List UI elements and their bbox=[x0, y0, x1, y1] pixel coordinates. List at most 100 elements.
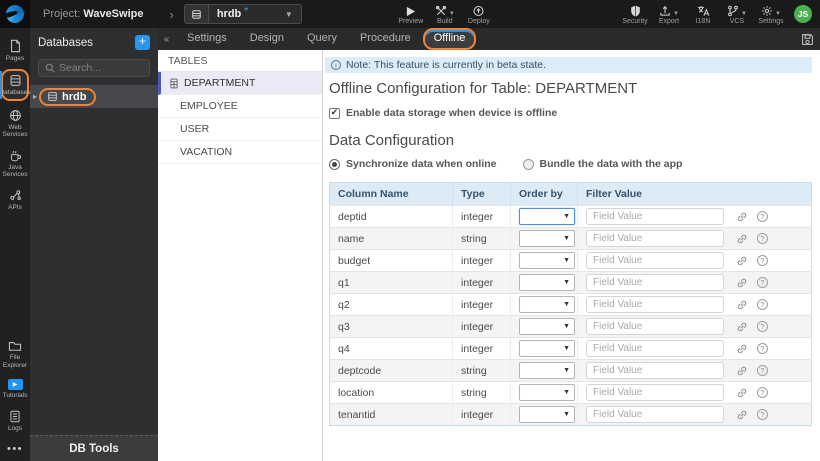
cloud-upload-icon bbox=[472, 4, 485, 17]
filter-value-input[interactable] bbox=[586, 252, 724, 269]
order-by-select[interactable]: ▼ bbox=[519, 274, 575, 291]
filter-value-input[interactable] bbox=[586, 208, 724, 225]
tab-query[interactable]: Query bbox=[296, 28, 348, 50]
settings-button[interactable]: ▼ Settings bbox=[754, 4, 788, 25]
filter-value-input[interactable] bbox=[586, 230, 724, 247]
bind-variable-icon[interactable] bbox=[736, 321, 748, 333]
tab-procedure[interactable]: Procedure bbox=[349, 28, 422, 50]
sidebar-item-logs[interactable]: Logs bbox=[1, 407, 29, 434]
collapse-panel-button[interactable]: « bbox=[158, 28, 175, 50]
help-icon[interactable]: ? bbox=[756, 233, 768, 244]
enable-offline-checkbox[interactable]: ✔ bbox=[329, 107, 340, 119]
chevron-down-icon: ▼ bbox=[563, 367, 570, 374]
database-search[interactable] bbox=[38, 59, 150, 77]
help-icon[interactable]: ? bbox=[756, 409, 768, 420]
bind-variable-icon[interactable] bbox=[736, 277, 748, 289]
table-item-user[interactable]: USER bbox=[158, 118, 322, 141]
order-by-select[interactable]: ▼ bbox=[519, 230, 575, 247]
export-icon: ▼ bbox=[659, 4, 679, 17]
column-name-cell: location bbox=[329, 381, 453, 404]
filter-value-input[interactable] bbox=[586, 362, 724, 379]
table-row: q3 integer ▼ ? bbox=[329, 315, 812, 338]
app-logo[interactable] bbox=[0, 0, 30, 28]
order-by-select[interactable]: ▼ bbox=[519, 318, 575, 335]
help-icon[interactable]: ? bbox=[756, 277, 768, 288]
tab-design[interactable]: Design bbox=[239, 28, 295, 50]
filter-value-input[interactable] bbox=[586, 318, 724, 335]
column-name-cell: q3 bbox=[329, 315, 453, 338]
order-by-select[interactable]: ▼ bbox=[519, 406, 575, 423]
help-icon[interactable]: ? bbox=[756, 343, 768, 354]
gear-icon: ▼ bbox=[761, 4, 781, 17]
deploy-button[interactable]: Deploy bbox=[462, 4, 496, 25]
table-row: budget integer ▼ ? bbox=[329, 249, 812, 272]
security-button[interactable]: Security bbox=[618, 4, 652, 25]
databases-panel-title: Databases bbox=[38, 36, 93, 49]
filter-value-input[interactable] bbox=[586, 340, 724, 357]
table-item-department[interactable]: DEPARTMENT bbox=[158, 72, 322, 95]
db-tools-button[interactable]: DB Tools bbox=[30, 435, 158, 461]
expand-arrow-icon[interactable]: ▸ bbox=[33, 92, 37, 101]
folder-icon bbox=[8, 342, 22, 351]
bind-variable-icon[interactable] bbox=[736, 211, 748, 223]
bind-variable-icon[interactable] bbox=[736, 409, 748, 421]
sidebar-item-pages[interactable]: Pages bbox=[1, 36, 29, 64]
help-icon[interactable]: ? bbox=[756, 387, 768, 398]
radio-synchronize-online[interactable]: Synchronize data when online bbox=[329, 158, 497, 170]
export-button[interactable]: ▼ Export bbox=[652, 4, 686, 25]
user-avatar[interactable]: JS bbox=[794, 5, 812, 23]
help-icon[interactable]: ? bbox=[756, 299, 768, 310]
table-row: deptcode string ▼ ? bbox=[329, 359, 812, 382]
table-row: location string ▼ ? bbox=[329, 381, 812, 404]
bind-variable-icon[interactable] bbox=[736, 387, 748, 399]
bind-variable-icon[interactable] bbox=[736, 343, 748, 355]
bind-variable-icon[interactable] bbox=[736, 299, 748, 311]
help-icon[interactable]: ? bbox=[756, 365, 768, 376]
order-by-select[interactable]: ▼ bbox=[519, 340, 575, 357]
more-options-button[interactable]: ••• bbox=[7, 443, 23, 455]
sidebar-item-databases[interactable]: Databases bbox=[0, 69, 31, 101]
top-bar: Project: WaveSwipe › hrdb * ▼ Preview ▼ … bbox=[0, 0, 820, 28]
search-input[interactable] bbox=[59, 62, 143, 74]
help-icon[interactable]: ? bbox=[756, 321, 768, 332]
bind-variable-icon[interactable] bbox=[736, 233, 748, 245]
column-type-cell: string bbox=[452, 381, 511, 404]
offline-config-table: Column Name Type Order by Filter Value d… bbox=[329, 182, 812, 426]
sidebar-item-tutorials[interactable]: ▶ Tutorials bbox=[1, 376, 29, 401]
build-button[interactable]: ▼ Build bbox=[428, 4, 462, 25]
tab-offline[interactable]: Offline bbox=[422, 28, 477, 50]
column-type-cell: integer bbox=[452, 403, 511, 426]
order-by-select[interactable]: ▼ bbox=[519, 384, 575, 401]
table-item-vacation[interactable]: VACATION bbox=[158, 141, 322, 164]
preview-button[interactable]: Preview bbox=[394, 4, 428, 25]
i18n-button[interactable]: I18N bbox=[686, 4, 720, 25]
filter-value-input[interactable] bbox=[586, 274, 724, 291]
filter-value-input[interactable] bbox=[586, 384, 724, 401]
bind-variable-icon[interactable] bbox=[736, 255, 748, 267]
tools-icon: ▼ bbox=[435, 4, 455, 17]
order-by-select[interactable]: ▼ bbox=[519, 296, 575, 313]
database-item-hrdb[interactable]: ▸ hrdb bbox=[30, 85, 158, 108]
bind-variable-icon[interactable] bbox=[736, 365, 748, 377]
help-icon[interactable]: ? bbox=[756, 211, 768, 222]
order-by-select[interactable]: ▼ bbox=[519, 208, 575, 225]
chevron-down-icon: ▼ bbox=[563, 323, 570, 330]
filter-value-input[interactable] bbox=[586, 406, 724, 423]
sidebar-item-web-services[interactable]: Web Services bbox=[1, 106, 29, 141]
sidebar-item-file-explorer[interactable]: File Explorer bbox=[1, 337, 29, 371]
radio-bundle-with-app[interactable]: Bundle the data with the app bbox=[522, 158, 682, 170]
order-by-select[interactable]: ▼ bbox=[519, 252, 575, 269]
vcs-button[interactable]: ▼ VCS bbox=[720, 4, 754, 25]
chevron-down-icon: ▼ bbox=[563, 301, 570, 308]
sidebar-item-apis[interactable]: APIs bbox=[1, 186, 29, 213]
database-selector[interactable]: hrdb * ▼ bbox=[183, 4, 302, 24]
table-item-employee[interactable]: EMPLOYEE bbox=[158, 95, 322, 118]
filter-value-input[interactable] bbox=[586, 296, 724, 313]
sidebar-item-java-services[interactable]: Java Services bbox=[1, 146, 29, 181]
help-icon[interactable]: ? bbox=[756, 255, 768, 266]
order-by-select[interactable]: ▼ bbox=[519, 362, 575, 379]
tab-settings[interactable]: Settings bbox=[176, 28, 238, 50]
header-order-by: Order by bbox=[510, 182, 578, 206]
add-database-button[interactable]: + bbox=[135, 35, 150, 50]
save-button[interactable] bbox=[794, 28, 820, 50]
